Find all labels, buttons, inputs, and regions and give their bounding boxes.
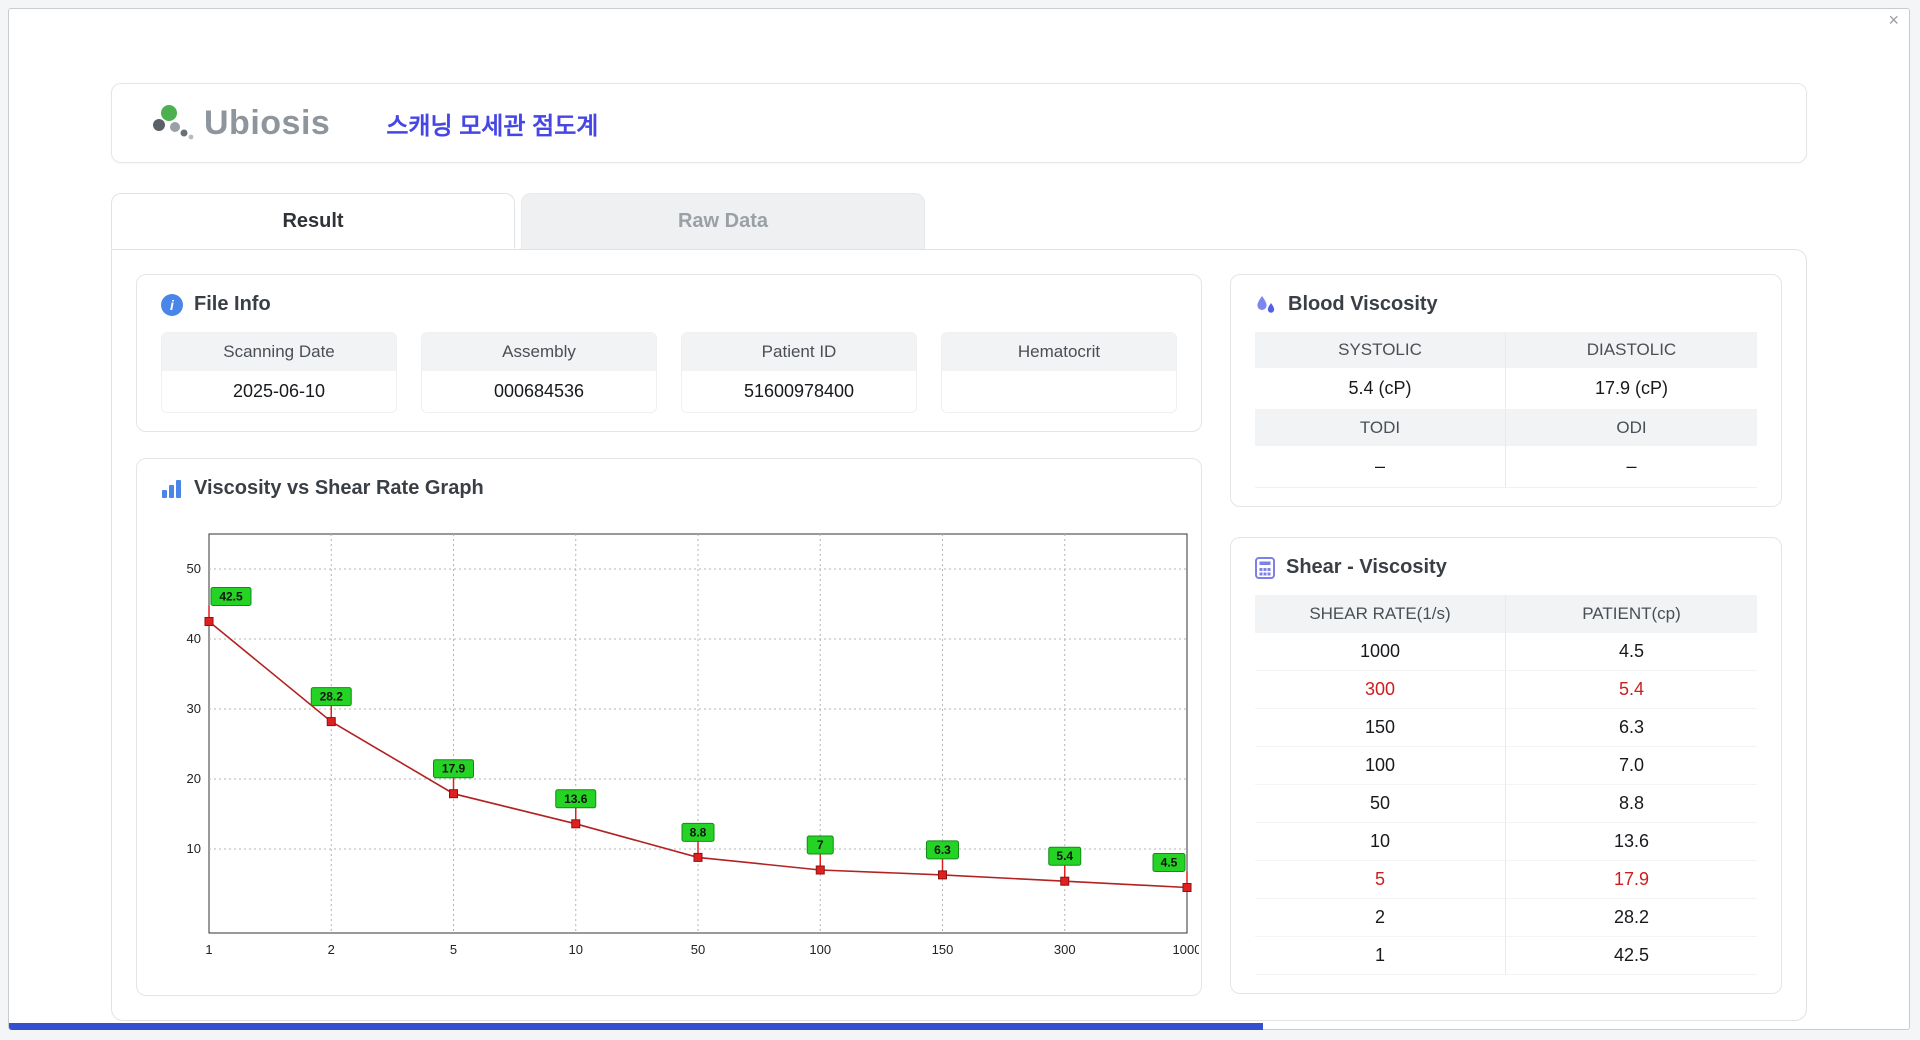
file-info-card: i File Info Scanning Date 2025-06-10 Ass… [136, 274, 1202, 432]
field-label: Patient ID [682, 333, 916, 371]
tab-raw-data[interactable]: Raw Data [521, 193, 925, 249]
app-window: × Ubiosis 스캐닝 모세관 점도계 Result Raw Data i … [8, 8, 1910, 1030]
field-label: Assembly [422, 333, 656, 371]
page: Ubiosis 스캐닝 모세관 점도계 Result Raw Data i Fi… [9, 9, 1909, 1029]
info-icon: i [161, 293, 183, 316]
field-patient-id: Patient ID 51600978400 [681, 332, 917, 413]
svg-text:7: 7 [817, 838, 824, 852]
table-cell-shear: 50 [1255, 785, 1506, 823]
bv-label-systolic: SYSTOLIC [1255, 332, 1506, 368]
svg-text:30: 30 [187, 701, 201, 716]
field-value [942, 371, 1176, 412]
field-value: 51600978400 [743, 381, 855, 401]
table-cell-shear: 100 [1255, 747, 1506, 785]
svg-text:300: 300 [1054, 942, 1076, 957]
field-assembly: Assembly 000684536 [421, 332, 657, 413]
svg-text:20: 20 [187, 771, 201, 786]
table-cell-shear: 1000 [1255, 633, 1506, 671]
field-value: 2025-06-10 [232, 381, 326, 401]
svg-text:42.5: 42.5 [219, 590, 243, 604]
table-cell-shear: 1 [1255, 937, 1506, 975]
file-info-fields: Scanning Date 2025-06-10 Assembly 000684… [161, 332, 1177, 413]
table-cell-patient: 7.0 [1506, 747, 1757, 785]
logo-text: Ubiosis [204, 103, 331, 142]
svg-text:17.9: 17.9 [442, 762, 466, 776]
graph-title: Viscosity vs Shear Rate Graph [194, 477, 484, 499]
field-hematocrit: Hematocrit [941, 332, 1177, 413]
bv-label-todi: TODI [1255, 410, 1506, 446]
calculator-icon [1255, 556, 1275, 579]
bv-label-odi: ODI [1506, 410, 1757, 446]
tab-raw-data-label: Raw Data [677, 210, 769, 232]
viscosity-chart-svg: 10 20 30 40 50 1 2 5 10 50 100 150 300 1000 42.5 28.2 17… [187, 533, 1201, 957]
viscosity-chart: 10 20 30 40 50 1 2 5 10 50 100 150 300 1000 42.5 28.2 17… [161, 516, 1201, 977]
table-cell-patient: 42.5 [1506, 937, 1757, 975]
tab-result-label: Result [282, 209, 344, 232]
table-cell-patient: 28.2 [1506, 899, 1757, 937]
svg-text:2: 2 [328, 942, 335, 957]
field-label: Hematocrit [942, 333, 1176, 371]
svg-text:50: 50 [187, 561, 201, 576]
droplets-icon [1257, 295, 1275, 313]
viscosity-graph-card: Viscosity vs Shear Rate Graph 10 20 30 40 50… [136, 458, 1202, 996]
header: Ubiosis 스캐닝 모세관 점도계 [111, 83, 1807, 163]
blood-viscosity-title: Blood Viscosity [1288, 293, 1438, 315]
svg-text:1: 1 [205, 942, 212, 957]
table-cell-shear: 300 [1255, 671, 1506, 709]
table-cell-patient: 17.9 [1506, 861, 1757, 899]
close-icon[interactable]: × [1888, 11, 1899, 29]
svg-text:50: 50 [691, 942, 705, 957]
svg-text:13.6: 13.6 [564, 792, 588, 806]
field-label: Scanning Date [162, 333, 396, 371]
file-info-title: File Info [194, 293, 271, 315]
table-cell-patient: 4.5 [1506, 633, 1757, 671]
bottom-accent-bar [9, 1023, 1263, 1030]
table-cell-patient: 5.4 [1506, 671, 1757, 709]
table-cell-shear: 150 [1255, 709, 1506, 747]
svg-text:10: 10 [569, 942, 583, 957]
svg-text:10: 10 [187, 841, 201, 856]
tab-result[interactable]: Result [111, 193, 515, 249]
table-cell-shear: 5 [1255, 861, 1506, 899]
page-title: 스캐닝 모세관 점도계 [386, 112, 599, 140]
svg-text:4.5: 4.5 [1161, 856, 1178, 870]
table-cell-patient: 13.6 [1506, 823, 1757, 861]
svg-text:40: 40 [187, 631, 201, 646]
svg-text:5: 5 [450, 942, 457, 957]
shear-viscosity-card: Shear - Viscosity SHEAR RATE(1/s) PATIEN… [1230, 537, 1782, 994]
blood-viscosity-grid: SYSTOLIC DIASTOLIC 5.4 (cP) 17.9 (cP) TO… [1255, 332, 1757, 488]
svg-text:28.2: 28.2 [320, 690, 344, 704]
bar-chart-icon [162, 479, 181, 498]
bv-value-todi: – [1255, 446, 1506, 488]
tab-bar: Result Raw Data [111, 193, 1807, 249]
svg-text:6.3: 6.3 [934, 843, 951, 857]
table-cell-shear: 2 [1255, 899, 1506, 937]
shear-viscosity-table: SHEAR RATE(1/s) PATIENT(cp) 1000 4.5 300… [1255, 595, 1757, 975]
table-cell-shear: 10 [1255, 823, 1506, 861]
column-header-shear-rate: SHEAR RATE(1/s) [1255, 595, 1506, 633]
blood-viscosity-card: Blood Viscosity SYSTOLIC DIASTOLIC 5.4 (… [1230, 274, 1782, 507]
logo-mark-icon [153, 105, 194, 140]
table-cell-patient: 8.8 [1506, 785, 1757, 823]
bv-value-diastolic: 17.9 (cP) [1506, 368, 1757, 410]
bv-value-odi: – [1506, 446, 1757, 488]
field-scanning-date: Scanning Date 2025-06-10 [161, 332, 397, 413]
table-cell-patient: 6.3 [1506, 709, 1757, 747]
svg-text:5.4: 5.4 [1056, 849, 1073, 863]
svg-text:100: 100 [809, 942, 831, 957]
svg-text:1000: 1000 [1173, 942, 1199, 957]
field-value: 000684536 [493, 381, 585, 401]
bv-value-systolic: 5.4 (cP) [1255, 368, 1506, 410]
tab-content: i File Info Scanning Date 2025-06-10 Ass… [111, 249, 1807, 1021]
bv-label-diastolic: DIASTOLIC [1506, 332, 1757, 368]
svg-text:8.8: 8.8 [690, 825, 707, 839]
svg-text:150: 150 [932, 942, 954, 957]
shear-viscosity-title: Shear - Viscosity [1286, 556, 1447, 578]
column-header-patient: PATIENT(cp) [1506, 595, 1757, 633]
logo: Ubiosis [152, 102, 330, 144]
